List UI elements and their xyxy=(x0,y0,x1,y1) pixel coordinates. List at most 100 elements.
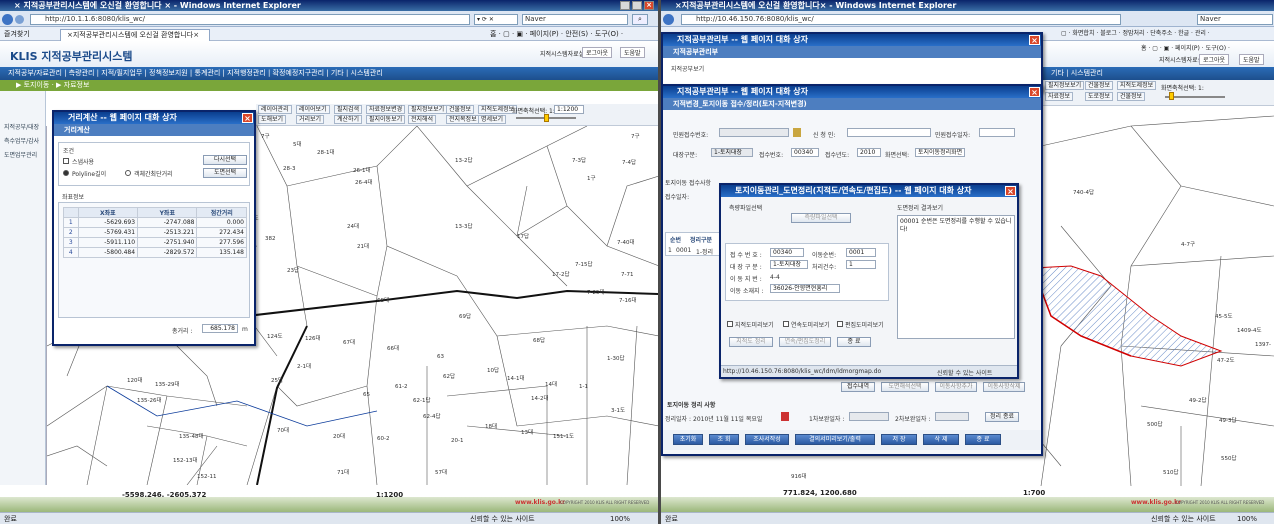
scale-slider-thumb[interactable] xyxy=(1169,92,1174,100)
left-search-input[interactable]: Naver xyxy=(522,14,628,25)
scale-slider-thumb[interactable] xyxy=(544,114,549,122)
toolbar-button[interactable]: 필지정보보기 xyxy=(1045,81,1085,90)
forward-icon[interactable] xyxy=(15,15,24,24)
map-select-button[interactable]: 도면해석선택 xyxy=(881,382,929,392)
site-logo[interactable]: KLIS 지적공부관리시스템 xyxy=(10,48,132,64)
scale-select[interactable]: 1:1200 xyxy=(554,105,584,114)
ie-toolbar-links[interactable]: ▢ · 화면합치 · 블로그 · 정맘처리 · 단축주소 · 한글 · 관리 · xyxy=(1061,27,1210,41)
calendar-icon[interactable] xyxy=(781,412,789,421)
site-url[interactable]: www.klis.go.kr xyxy=(515,499,565,506)
year-input[interactable]: 2010 xyxy=(857,148,881,157)
arrange-end-button[interactable]: 정리 종료 xyxy=(985,412,1019,422)
toolbar-button[interactable]: 도해보기 xyxy=(258,115,287,124)
close-button[interactable]: × xyxy=(644,1,654,10)
toolbar-button[interactable]: 레이어관리 xyxy=(258,105,292,114)
edit-preview-checkbox[interactable] xyxy=(837,321,843,327)
continuous-arrange-button[interactable]: 연속/편집도정리 xyxy=(779,337,831,347)
selected-parcel[interactable] xyxy=(1032,265,1223,367)
close-button[interactable]: 종 료 xyxy=(965,434,1001,445)
search-icon[interactable]: ⌕ xyxy=(632,14,648,25)
sidebar-item[interactable]: 측수업무/감사 xyxy=(0,135,45,149)
continuous-preview-checkbox[interactable] xyxy=(783,321,789,327)
toolbar-button[interactable]: 도로정보 xyxy=(1085,92,1114,101)
toolbar-button[interactable]: 계산하기 xyxy=(334,115,363,124)
toolbar-button[interactable]: 레이어보기 xyxy=(296,105,330,114)
ledger-type-input[interactable]: 1-토지대장 xyxy=(770,260,808,269)
recv-no-input[interactable]: 00340 xyxy=(770,248,804,257)
maximize-button[interactable] xyxy=(632,1,642,10)
header-link-data[interactable]: 지적시스템자료실 xyxy=(540,49,584,58)
result-textarea[interactable]: 00001 순번은 도면정리를 수행할 수 있습니다! xyxy=(897,215,1015,339)
left-browser-tab[interactable]: ×지적공부관리시스템에 오신걸 환영합니다× xyxy=(60,29,210,41)
close-icon[interactable]: × xyxy=(242,113,253,123)
save-button[interactable]: 저 장 xyxy=(881,434,917,445)
help-button[interactable]: 도움말 xyxy=(620,47,645,58)
table-row[interactable]: 1 -5629.693 -2747.088 0.000 xyxy=(63,217,247,228)
close-icon[interactable]: × xyxy=(1005,186,1016,196)
toolbar-button[interactable]: 건물정보 xyxy=(446,105,475,114)
toolbar-button[interactable]: 필지검색 xyxy=(334,105,363,114)
zoom-level[interactable]: 100% xyxy=(1237,513,1257,524)
cadastral-preview-checkbox[interactable] xyxy=(727,321,733,327)
count-input[interactable]: 1 xyxy=(846,260,876,269)
ie-command-menu[interactable]: 홈 · ▢ · ▣ · 페이지(P) · 안전(S) · 도구(O) · xyxy=(490,27,623,41)
toolbar-button[interactable]: 지적도제정보 xyxy=(1117,81,1157,90)
report-button[interactable]: 조사서작성 xyxy=(745,434,789,445)
header-link-data[interactable]: 지적시스템자료실 xyxy=(1159,55,1203,64)
toolbar-button[interactable]: 건물정보 xyxy=(1085,81,1114,90)
help-button[interactable]: 도움말 xyxy=(1239,54,1264,65)
toolbar-button[interactable]: 명세보기 xyxy=(478,115,507,124)
menu-fragment[interactable]: 기타 | 시스템관리 xyxy=(1051,67,1103,80)
site-url[interactable]: www.klis.go.kr xyxy=(1131,499,1181,506)
move-order-input[interactable]: 0001 xyxy=(846,248,876,257)
polyline-radio[interactable] xyxy=(63,170,69,176)
main-menu[interactable]: 지적공부/자료관리 | 측량관리 | 지적/필지업무 | 정책정보지원 | 통계… xyxy=(0,67,658,80)
address-input[interactable]: 36026-안향면현흥리 xyxy=(770,284,840,293)
close-icon[interactable]: × xyxy=(1029,35,1040,45)
toolbar-button[interactable]: 거리보기 xyxy=(296,115,325,124)
search-icon[interactable] xyxy=(793,128,801,137)
ledger-input[interactable]: 1-토지대장 xyxy=(711,148,753,157)
applicant-input[interactable] xyxy=(847,128,931,137)
recv-no-input[interactable]: 00340 xyxy=(791,148,819,157)
ie-command-menu[interactable]: 홈 · ▢ · ▣ · 페이지(P) · 도구(O) · xyxy=(1141,43,1230,52)
table-row[interactable]: 2 -5769.431 -2513.221 272.434 xyxy=(63,227,247,238)
apply-no-input[interactable] xyxy=(719,128,789,137)
recv-detail-button[interactable]: 접수내역 xyxy=(841,382,875,392)
grid-cell[interactable]: 1-정리 xyxy=(696,247,713,256)
arrange-date-value[interactable]: 2010년 11월 11일 목요일 xyxy=(693,414,762,423)
back-dialog-row[interactable]: 지적공부보기 xyxy=(671,64,704,73)
table-row[interactable]: 3 -5911.110 -2751.940 277.596 xyxy=(63,237,247,248)
toolbar-button[interactable]: 건물정보 xyxy=(1117,92,1146,101)
toolbar-button[interactable]: 필지정보보기 xyxy=(408,105,448,114)
favorites-label[interactable]: 즐겨찾기 xyxy=(4,27,30,41)
prev-date1-input[interactable] xyxy=(849,412,889,421)
minimize-button[interactable] xyxy=(620,1,630,10)
close-icon[interactable]: × xyxy=(1029,87,1040,97)
toolbar-button[interactable]: 필지이동보기 xyxy=(366,115,406,124)
survey-file-button[interactable]: 측량파일선택 xyxy=(791,213,851,223)
toolbar-button[interactable]: 자료정보 xyxy=(1045,92,1074,101)
scale-slider[interactable] xyxy=(1165,96,1225,98)
move-delete-button[interactable]: 이동사항삭제 xyxy=(983,382,1025,392)
shortest-radio[interactable] xyxy=(125,170,131,176)
inner-close-button[interactable]: 종 료 xyxy=(837,337,871,347)
logout-button[interactable]: 로그아웃 xyxy=(1199,54,1230,65)
refresh-stop-icons[interactable]: ▾ ⟳ ✕ xyxy=(474,14,518,25)
toolbar-button[interactable]: 전지목정보 xyxy=(446,115,480,124)
grid-cell[interactable]: 0001 xyxy=(676,247,691,254)
toolbar-button[interactable]: 전지해석 xyxy=(408,115,437,124)
map-select-button[interactable]: 도면선택 xyxy=(203,168,247,178)
query-button[interactable]: 조 회 xyxy=(709,434,739,445)
back-icon[interactable] xyxy=(663,14,674,25)
back-icon[interactable] xyxy=(2,14,13,25)
screen-select[interactable]: 토지이동정리화면 xyxy=(915,148,965,157)
delete-button[interactable]: 삭 제 xyxy=(923,434,959,445)
move-add-button[interactable]: 이동사항추가 xyxy=(935,382,977,392)
prev-date2-input[interactable] xyxy=(935,412,969,421)
cadastral-arrange-button[interactable]: 지적도 정리 xyxy=(729,337,773,347)
snap-checkbox[interactable] xyxy=(63,158,69,164)
right-url-input[interactable]: http://10.46.150.76:8080/klis_wc/ xyxy=(681,14,1121,25)
sidebar-item[interactable]: 지적공부/대장 xyxy=(0,121,45,135)
preview-print-button[interactable]: 결의서미리보기/출력 xyxy=(795,434,875,445)
